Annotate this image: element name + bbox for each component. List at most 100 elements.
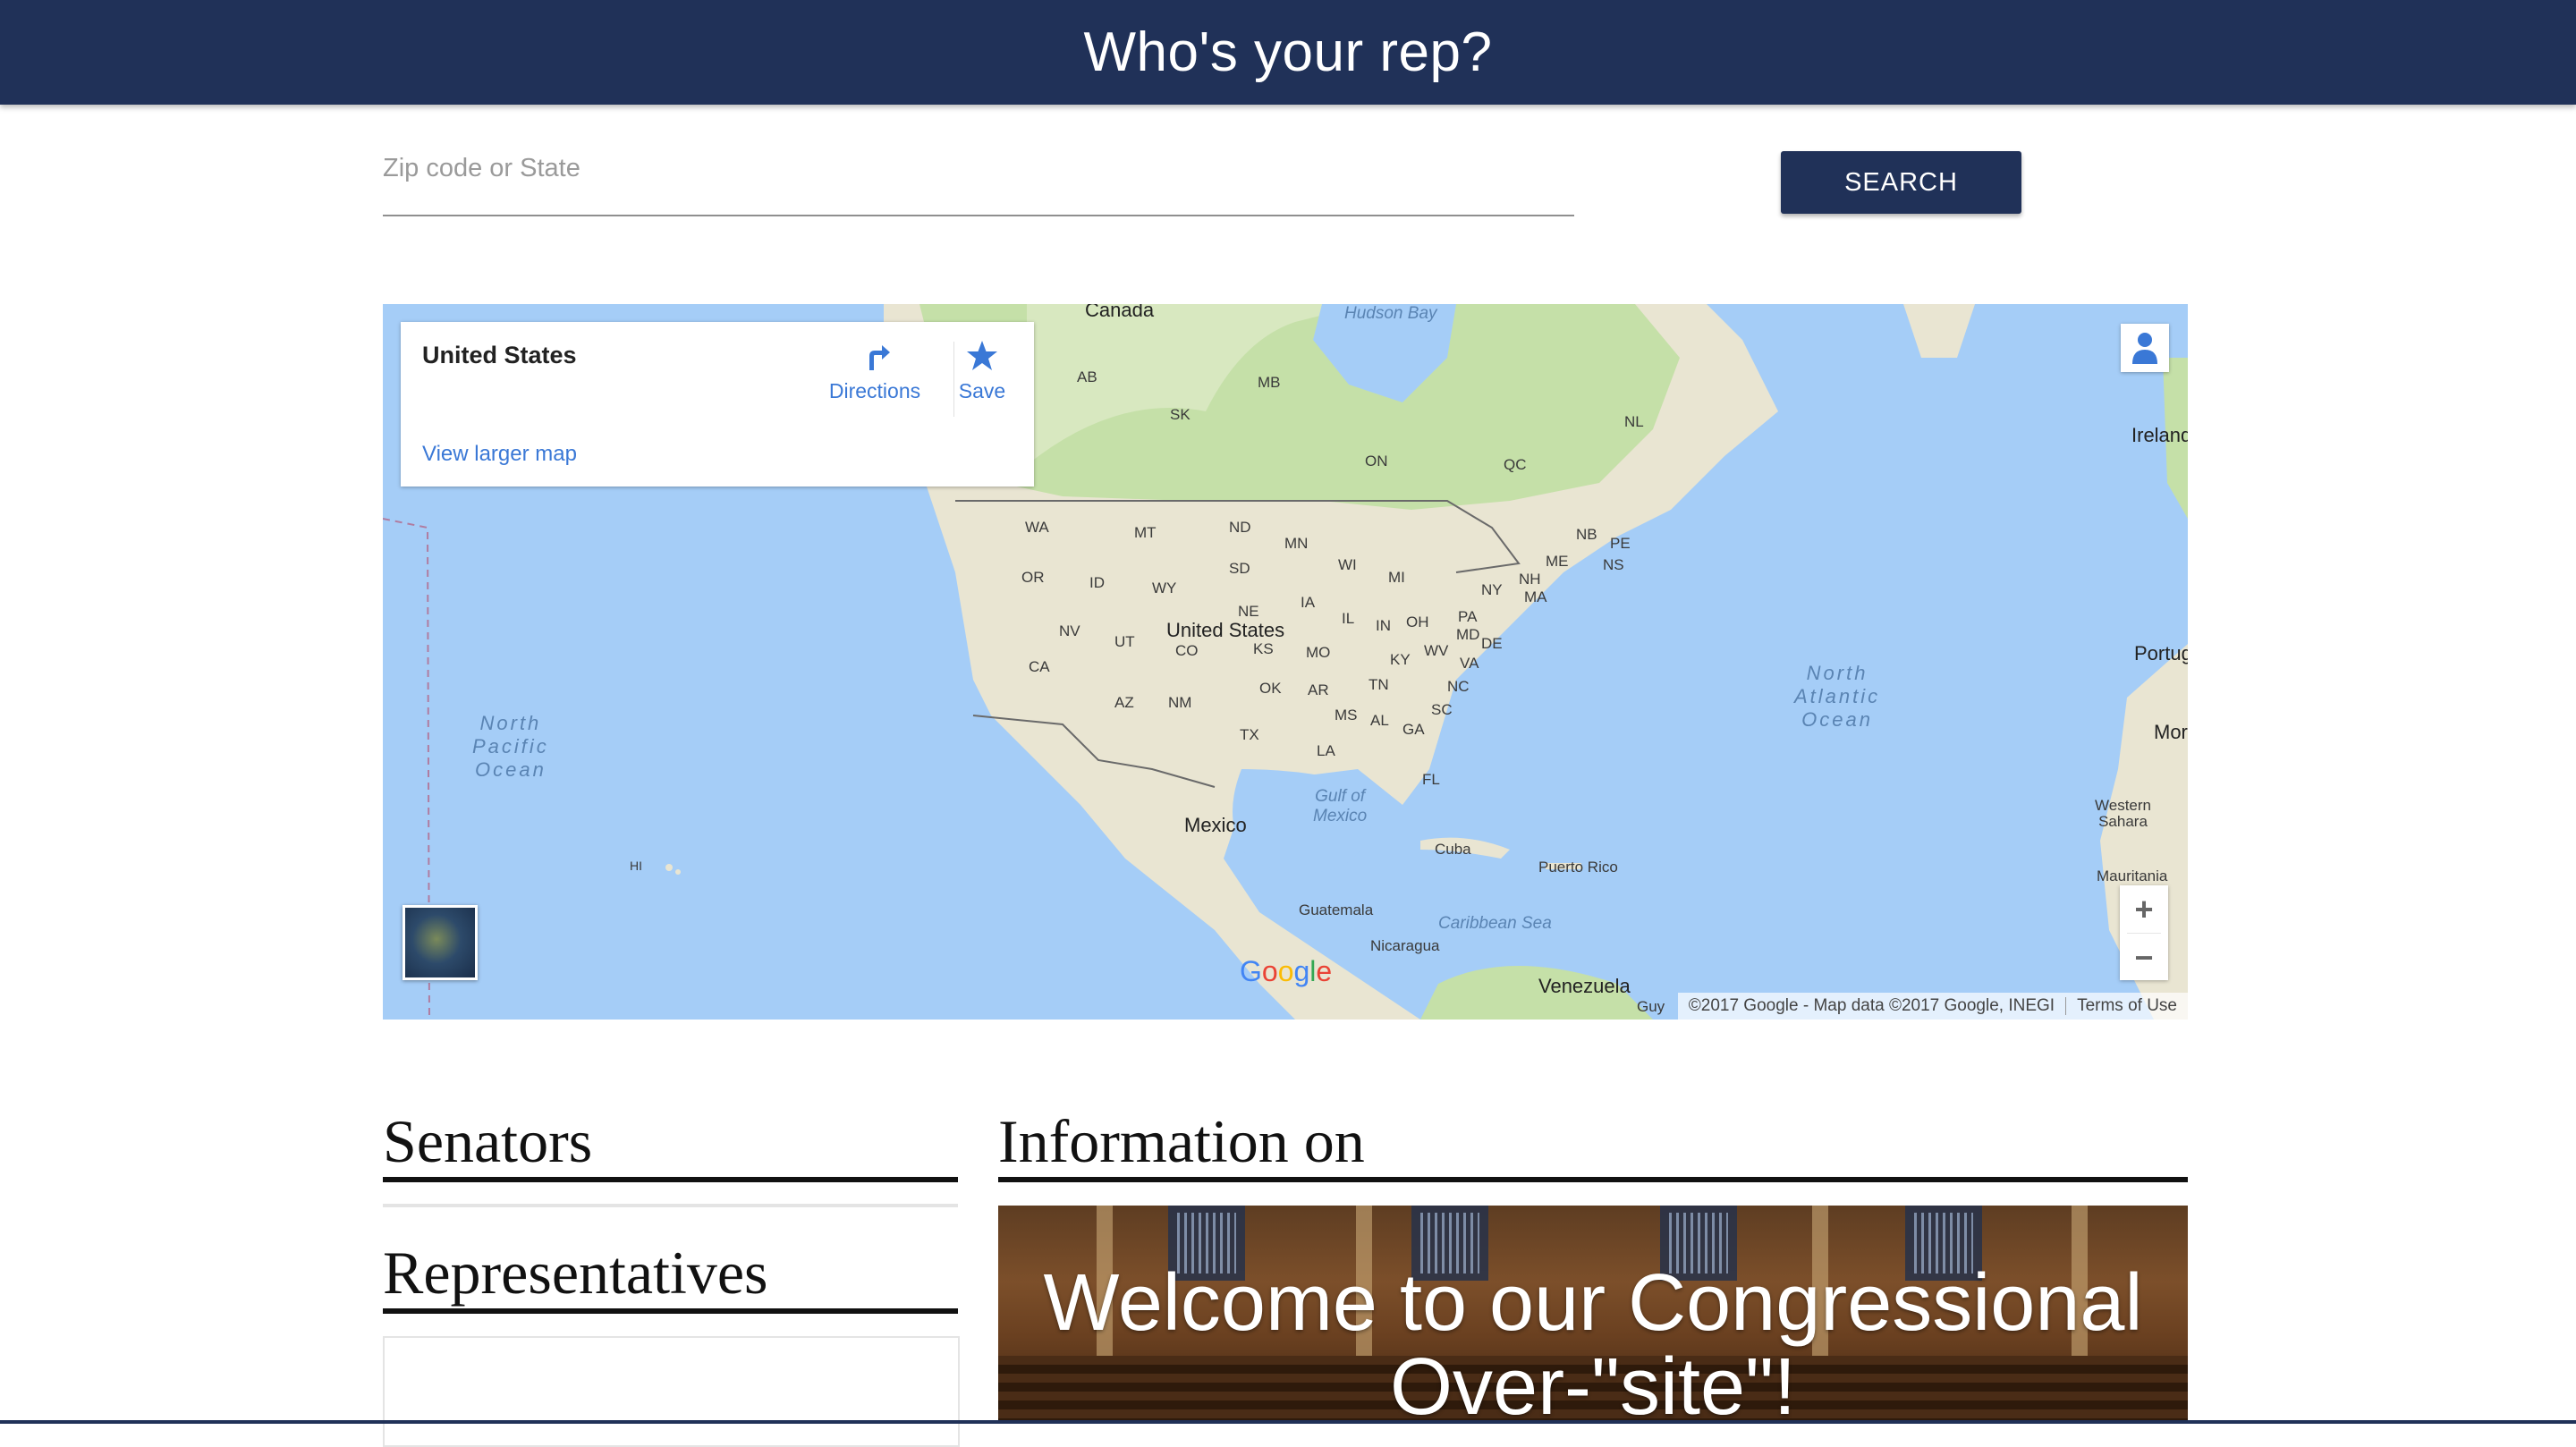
map-label-tx: TX — [1240, 726, 1259, 743]
map-label-morocco: Mor — [2154, 721, 2188, 743]
star-icon — [967, 341, 997, 370]
satellite-view-toggle[interactable] — [402, 905, 478, 980]
map[interactable]: Canada Hudson Bay AB MB SK ON QC NL Irel… — [383, 304, 2188, 1020]
senators-heading: Senators — [383, 1105, 958, 1182]
map-label-mo: MO — [1306, 644, 1331, 661]
directions-button[interactable]: Directions — [821, 340, 928, 403]
map-label-or: OR — [1021, 569, 1045, 586]
map-label-ma: MA — [1524, 588, 1547, 605]
place-name: United States — [422, 342, 577, 368]
map-label-ks: KS — [1253, 640, 1274, 657]
map-label-wy: WY — [1152, 580, 1177, 597]
directions-label: Directions — [828, 379, 921, 402]
map-label-in: IN — [1376, 617, 1391, 634]
map-label-ia: IA — [1301, 594, 1316, 611]
map-label-ne: NE — [1238, 603, 1259, 620]
map-label-nicaragua: Nicaragua — [1370, 937, 1440, 954]
map-label-tn: TN — [1368, 676, 1389, 693]
map-label-la: LA — [1317, 742, 1335, 759]
map-label-qc: QC — [1504, 456, 1527, 473]
map-label-nd: ND — [1229, 519, 1251, 536]
map-label-de: DE — [1481, 635, 1503, 652]
map-label-ns: NS — [1603, 556, 1624, 573]
representatives-heading: Representatives — [383, 1237, 958, 1314]
map-label-mt: MT — [1134, 524, 1157, 541]
map-label-guy: Guy — [1637, 998, 1665, 1015]
map-label-nl: NL — [1624, 413, 1644, 430]
map-copyright: ©2017 Google - Map data ©2017 Google, IN… — [1688, 996, 2055, 1015]
street-view-pegman[interactable] — [2121, 324, 2169, 372]
page-title: Who's your rep? — [1083, 21, 1493, 83]
map-label-ca: CA — [1029, 658, 1050, 675]
map-label-wi: WI — [1338, 556, 1357, 573]
map-label-portugal: Portug — [2134, 642, 2188, 664]
map-label-mb: MB — [1258, 374, 1281, 391]
map-label-co: CO — [1175, 642, 1199, 659]
map-label-sk: SK — [1170, 406, 1191, 423]
map-label-me: ME — [1546, 553, 1569, 570]
map-label-nb: NB — [1576, 526, 1597, 543]
map-label-ar: AR — [1308, 681, 1329, 698]
map-label-caribbean-sea: Caribbean Sea — [1438, 914, 1552, 933]
map-label-pa: PA — [1458, 608, 1478, 625]
map-label-ms: MS — [1335, 707, 1358, 724]
map-label-pe: PE — [1610, 535, 1631, 552]
map-label-cuba: Cuba — [1435, 841, 1471, 858]
google-logo: Google — [1240, 955, 1333, 987]
search-button[interactable]: SEARCH — [1781, 151, 2021, 214]
attribution-divider — [2065, 997, 2067, 1015]
map-label-western-sahara: Western Sahara — [2095, 797, 2151, 830]
senators-list — [383, 1204, 958, 1207]
welcome-banner: Welcome to our Congressional Over-"site"… — [998, 1206, 2188, 1424]
map-label-on: ON — [1365, 453, 1388, 470]
map-label-sd: SD — [1229, 560, 1250, 577]
map-label-nc: NC — [1447, 678, 1470, 695]
map-label-sc: SC — [1431, 701, 1453, 718]
map-label-wv: WV — [1424, 642, 1449, 659]
map-label-wa: WA — [1025, 519, 1049, 536]
map-label-puerto-rico: Puerto Rico — [1538, 859, 1618, 876]
map-label-north-atlantic: North Atlantic Ocean — [1794, 662, 1881, 731]
map-label-ga: GA — [1402, 721, 1425, 738]
map-label-mauritania: Mauritania — [2097, 867, 2168, 884]
map-label-al: AL — [1370, 712, 1389, 729]
map-label-venezuela: Venezuela — [1538, 975, 1631, 997]
map-label-guatemala: Guatemala — [1299, 901, 1374, 918]
banner-title: Welcome to our Congressional Over-"site"… — [1043, 1258, 2143, 1424]
map-label-il: IL — [1342, 610, 1355, 627]
map-label-hudson-bay: Hudson Bay — [1344, 304, 1437, 323]
map-label-nh: NH — [1519, 571, 1541, 588]
view-larger-map-link[interactable]: View larger map — [422, 442, 577, 467]
map-label-md: MD — [1456, 626, 1480, 643]
top-bar: Who's your rep? — [0, 0, 2576, 105]
zoom-out-button[interactable]: − — [2120, 934, 2168, 981]
map-attribution: ©2017 Google - Map data ©2017 Google, IN… — [1677, 993, 2188, 1020]
representatives-list — [383, 1336, 960, 1447]
bottom-strip — [0, 1420, 2576, 1424]
map-label-hi: HI — [630, 859, 642, 873]
map-label-ky: KY — [1390, 651, 1411, 668]
zoom-in-button[interactable]: + — [2120, 885, 2168, 933]
information-heading: Information on — [998, 1105, 2188, 1182]
map-label-united-states: United States — [1166, 619, 1285, 641]
map-label-nm: NM — [1168, 694, 1192, 711]
directions-icon — [869, 345, 890, 370]
map-label-ok: OK — [1259, 680, 1282, 697]
map-label-ut: UT — [1114, 633, 1135, 650]
map-label-mexico: Mexico — [1184, 814, 1247, 836]
map-label-id: ID — [1089, 574, 1105, 591]
search-input[interactable] — [383, 143, 1574, 193]
pegman-icon — [2132, 333, 2157, 364]
zoom-control: + − — [2120, 885, 2168, 980]
map-label-nv: NV — [1059, 622, 1080, 639]
terms-of-use-link[interactable]: Terms of Use — [2077, 996, 2177, 1016]
save-label: Save — [958, 379, 1006, 402]
map-label-az: AZ — [1114, 694, 1134, 711]
map-label-fl: FL — [1422, 771, 1440, 788]
map-label-mn: MN — [1284, 535, 1309, 552]
save-button[interactable]: Save — [937, 340, 1027, 403]
map-label-canada: Canada — [1085, 304, 1155, 321]
map-label-ab: AB — [1077, 368, 1097, 385]
map-info-card: United States Directions Save View large… — [401, 322, 1034, 487]
map-label-north-pacific: North Pacific Ocean — [472, 712, 549, 781]
